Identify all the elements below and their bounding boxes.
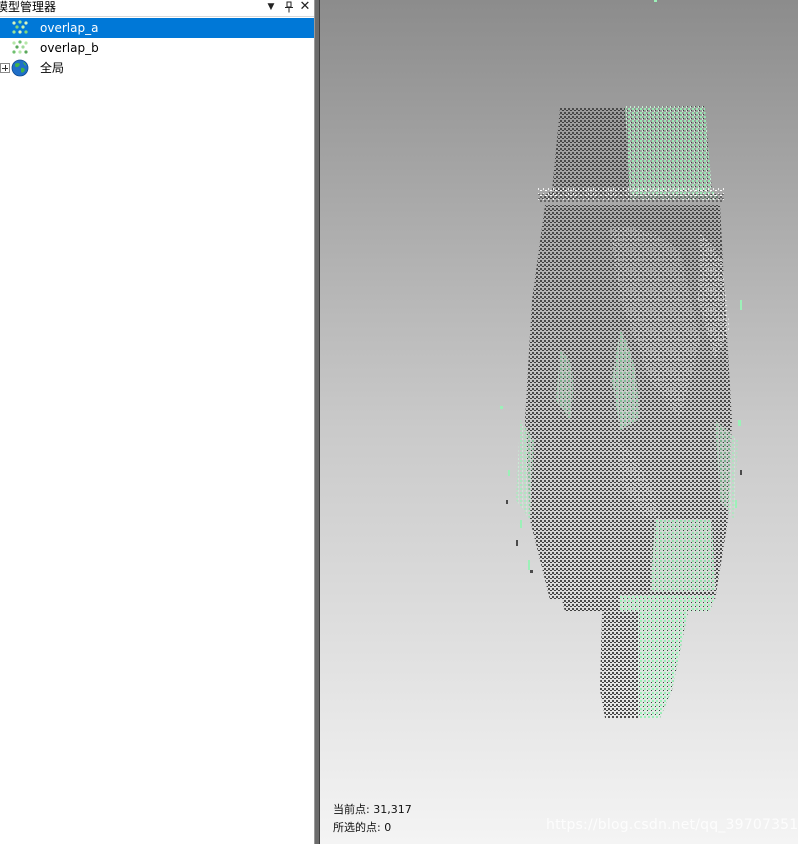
tree-item-label: overlap_b bbox=[40, 41, 99, 55]
tree-item-overlap-a[interactable]: overlap_a bbox=[0, 18, 314, 38]
model-tree: overlap_a overlap_b 全局 bbox=[0, 18, 314, 78]
point-cloud-icon bbox=[11, 40, 29, 56]
tree-item-global[interactable]: 全局 bbox=[0, 58, 314, 78]
expand-plus-icon[interactable] bbox=[0, 63, 10, 73]
cloud-lower-band bbox=[560, 592, 715, 612]
3d-viewport[interactable]: 当前点: 31,317 所选的点: 0 https://blog.csdn.ne… bbox=[320, 0, 798, 844]
point-cloud-icon bbox=[11, 20, 29, 36]
panel-header: 模型管理器 ▼ ✕ bbox=[0, 0, 314, 17]
watermark: https://blog.csdn.net/qq_39707351 bbox=[546, 817, 798, 833]
point-cloud-render bbox=[500, 0, 742, 718]
tree-item-label: overlap_a bbox=[40, 21, 99, 35]
status-current-points: 当前点: 31,317 bbox=[333, 803, 412, 816]
tree-item-overlap-b[interactable]: overlap_b bbox=[0, 38, 314, 58]
panel-dropdown-icon[interactable]: ▼ bbox=[264, 0, 278, 14]
panel-title: 模型管理器 bbox=[0, 0, 57, 14]
cloud-body bbox=[516, 205, 738, 600]
cloud-cap bbox=[538, 106, 724, 202]
panel-pin-icon[interactable] bbox=[282, 0, 296, 14]
panel-close-icon[interactable]: ✕ bbox=[298, 0, 312, 14]
status-selected-points: 所选的点: 0 bbox=[333, 821, 392, 834]
model-manager-panel: 模型管理器 ▼ ✕ overlap_a overlap_b 全局 bbox=[0, 0, 314, 844]
tree-item-label: 全局 bbox=[40, 61, 65, 75]
globe-icon bbox=[11, 59, 29, 77]
cloud-nozzle bbox=[600, 612, 688, 718]
